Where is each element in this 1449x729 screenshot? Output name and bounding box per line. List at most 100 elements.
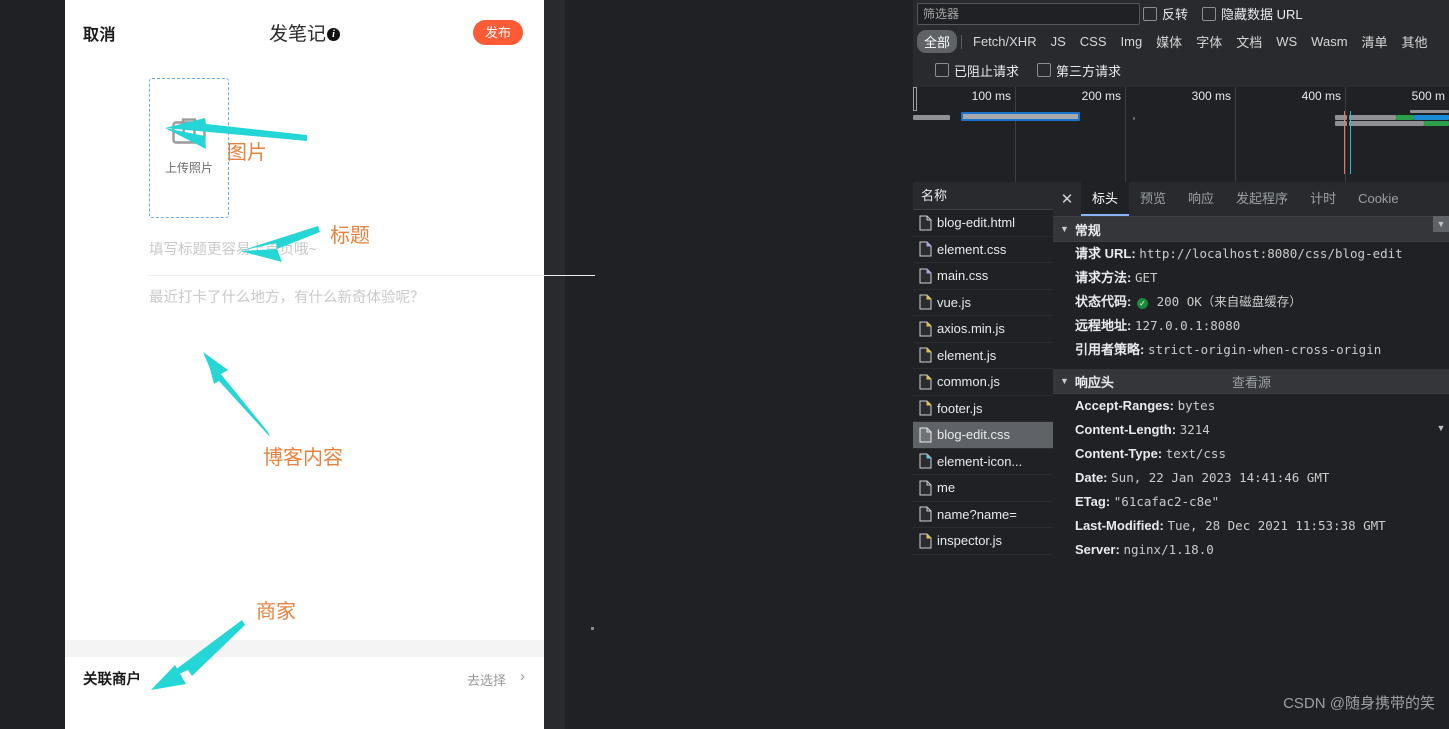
page-preview-backdrop: 取消 发笔记 i 发布 上传照片 填写标题更容易上首页哦~ 最近打卡了什么地方，… xyxy=(0,0,1102,729)
type-filter-fetch-xhr[interactable]: Fetch/XHR xyxy=(966,32,1044,51)
dom-content-loaded-marker xyxy=(1344,111,1345,174)
row-key: 请求 URL: xyxy=(1075,246,1136,261)
request-list[interactable]: 名称 blog-edit.html element.css main.css v… xyxy=(913,182,1054,729)
file-css-icon xyxy=(919,241,932,257)
request-name: common.js xyxy=(937,374,1000,390)
type-filter-wasm[interactable]: Wasm xyxy=(1304,32,1354,51)
type-filter-other[interactable]: 其他 xyxy=(1395,30,1435,53)
request-row-blog-edit-css[interactable]: blog-edit.css xyxy=(913,422,1053,449)
general-section-header[interactable]: ▼ 常规 xyxy=(1053,217,1449,242)
tab-headers[interactable]: 标头 xyxy=(1081,182,1130,216)
file-xhr-icon xyxy=(919,480,932,496)
request-row-me[interactable]: me xyxy=(913,475,1053,502)
overview-bar xyxy=(1133,117,1135,120)
row-key: Content-Length: xyxy=(1075,422,1177,437)
request-row-inspector-js[interactable]: inspector.js xyxy=(913,528,1053,555)
request-name: axios.min.js xyxy=(937,321,1005,337)
type-filter-img[interactable]: Img xyxy=(1114,32,1150,51)
scroll-down-icon-mid[interactable]: ▼ xyxy=(1433,420,1449,436)
invert-checkbox[interactable]: 反转 xyxy=(1143,4,1188,23)
type-filter-font[interactable]: 字体 xyxy=(1189,30,1229,53)
filter-input[interactable] xyxy=(917,3,1140,25)
note-body-textarea[interactable] xyxy=(149,288,595,608)
extra-filter-checkboxes: 已阻止请求 第三方请求 xyxy=(913,58,1449,82)
general-section-title: 常规 xyxy=(1074,222,1101,238)
row-value: 3214 xyxy=(1179,422,1210,437)
type-filter-all[interactable]: 全部 xyxy=(917,30,958,53)
checkbox-box[interactable] xyxy=(1202,6,1216,21)
row-value: "61cafac2-c8e" xyxy=(1113,494,1220,509)
annotation-label-merchant: 商家 xyxy=(256,601,296,623)
overview-gridline xyxy=(1235,87,1236,182)
general-row-request-url: 请求 URL: http://localhost:8080/css/blog-e… xyxy=(1053,242,1449,266)
linked-merchant-action[interactable]: 去选择 xyxy=(467,670,506,689)
linked-merchant-row[interactable]: 关联商户 去选择 › xyxy=(65,657,544,699)
type-filter-doc[interactable]: 文档 xyxy=(1229,30,1269,53)
type-filter-js[interactable]: JS xyxy=(1044,32,1073,51)
tab-preview[interactable]: 预览 xyxy=(1129,182,1177,216)
overview-bar xyxy=(1335,121,1347,126)
request-row-element-js[interactable]: element.js xyxy=(913,343,1053,369)
third-party-requests-checkbox[interactable]: 第三方请求 xyxy=(1037,61,1121,80)
tab-timing[interactable]: 计时 xyxy=(1299,182,1347,216)
camera-icon xyxy=(172,117,206,149)
blocked-requests-checkbox[interactable]: 已阻止请求 xyxy=(935,61,1019,80)
overview-bar xyxy=(1396,115,1414,120)
request-name: element.css xyxy=(937,241,1007,257)
file-js-icon xyxy=(919,294,932,310)
note-editor-panel: 取消 发笔记 i 发布 上传照片 xyxy=(65,0,595,729)
upload-photo-dropzone[interactable]: 上传照片 xyxy=(149,78,229,218)
screenshot-root: 取消 发笔记 i 发布 上传照片 填写标题更容易上首页哦~ 最近打卡了什么地方，… xyxy=(0,0,1449,729)
request-row-element-icon-font[interactable]: element-icon... xyxy=(913,449,1053,475)
row-key: 状态代码: xyxy=(1075,294,1132,309)
request-name: blog-edit.css xyxy=(937,427,1010,443)
overview-bar xyxy=(913,115,950,120)
request-row-blog-edit-html[interactable]: blog-edit.html xyxy=(913,210,1053,237)
network-overview-timeline[interactable]: 100 ms 200 ms 300 ms 400 ms 500 m xyxy=(913,87,1449,183)
view-source-link[interactable]: 查看源 xyxy=(1232,372,1271,391)
overview-bar xyxy=(1335,115,1347,120)
request-row-vue-js[interactable]: vue.js xyxy=(913,290,1053,316)
request-row-footer-js[interactable]: footer.js xyxy=(913,396,1053,422)
tab-cookies[interactable]: Cookie xyxy=(1347,182,1409,216)
row-key: Server: xyxy=(1075,542,1120,557)
row-key: Content-Type: xyxy=(1075,446,1163,461)
type-filter-ws[interactable]: WS xyxy=(1269,32,1304,51)
third-party-requests-label: 第三方请求 xyxy=(1056,63,1122,79)
request-row-axios-min-js[interactable]: axios.min.js xyxy=(913,316,1053,343)
request-row-element-css[interactable]: element.css xyxy=(913,237,1053,263)
annotation-label-content: 博客内容 xyxy=(263,447,343,469)
tab-initiator[interactable]: 发起程序 xyxy=(1225,182,1299,216)
file-css-icon xyxy=(919,427,932,443)
request-name: element.js xyxy=(937,347,997,363)
request-row-name-query[interactable]: name?name= xyxy=(913,502,1053,528)
hide-data-urls-checkbox[interactable]: 隐藏数据 URL xyxy=(1202,4,1303,23)
overview-gridline xyxy=(1125,87,1126,182)
info-icon[interactable]: i xyxy=(327,28,340,41)
checkbox-box[interactable] xyxy=(1143,6,1157,21)
overview-tick-100ms: 100 ms xyxy=(971,89,1011,103)
overview-bar xyxy=(1414,115,1449,120)
network-toolbar: 反转 隐藏数据 URL 全部 Fetch/XHR JS CSS Img 媒体 字… xyxy=(913,0,1449,88)
response-headers-section-title: 响应头 xyxy=(1074,374,1114,390)
tab-response[interactable]: 响应 xyxy=(1177,182,1225,216)
row-value: GET xyxy=(1134,270,1158,285)
checkbox-box[interactable] xyxy=(1037,63,1052,77)
response-headers-section-header[interactable]: ▼ 响应头 查看源 xyxy=(1053,369,1449,394)
scroll-down-icon-top[interactable]: ▼ xyxy=(1433,216,1449,232)
note-title-field-wrap xyxy=(149,241,595,276)
request-row-common-js[interactable]: common.js xyxy=(913,369,1053,396)
upload-photo-label: 上传照片 xyxy=(164,161,213,175)
type-filter-css[interactable]: CSS xyxy=(1073,32,1114,51)
overview-tick-400ms: 400 ms xyxy=(1301,89,1341,103)
file-js-icon xyxy=(919,374,932,390)
type-filter-manifest[interactable]: 清单 xyxy=(1355,30,1395,53)
response-header-content-type: Content-Type: text/css xyxy=(1053,442,1449,466)
publish-button[interactable]: 发布 xyxy=(473,20,523,45)
request-row-main-css[interactable]: main.css xyxy=(913,263,1053,290)
checkbox-box[interactable] xyxy=(935,63,949,77)
note-title-input[interactable] xyxy=(149,242,595,258)
blocked-requests-label: 已阻止请求 xyxy=(954,63,1020,79)
close-icon[interactable]: ✕ xyxy=(1053,182,1081,216)
type-filter-media[interactable]: 媒体 xyxy=(1149,30,1189,53)
